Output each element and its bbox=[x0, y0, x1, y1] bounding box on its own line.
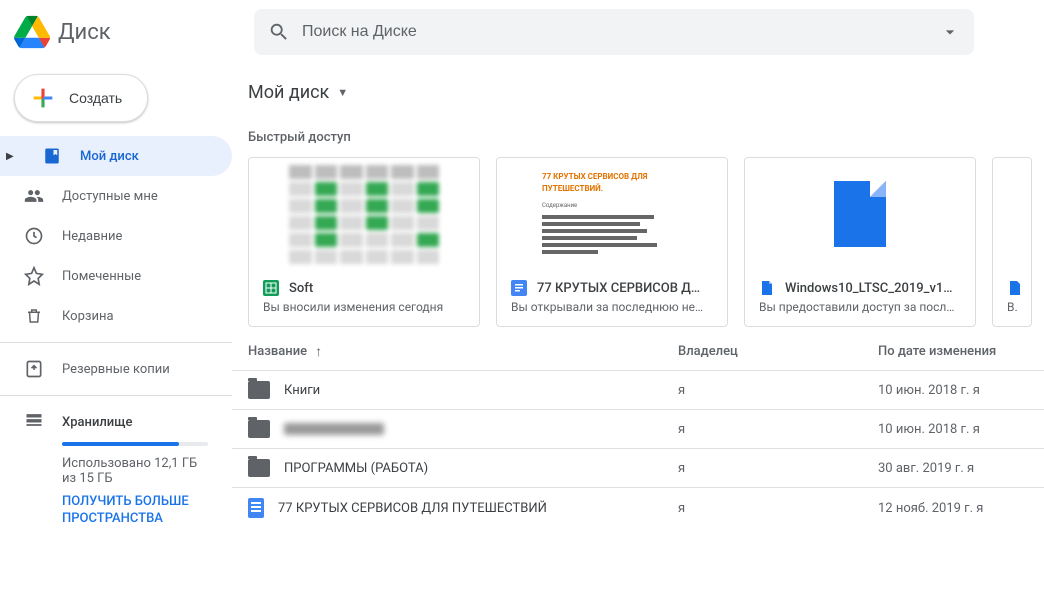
divider bbox=[0, 342, 232, 343]
quick-card-windows10[interactable]: Windows10_LTSC_2019_v1… Вы предоставили … bbox=[744, 157, 976, 327]
sidebar-item-label: Мой диск bbox=[80, 149, 139, 164]
storage-progress bbox=[62, 442, 208, 446]
card-title: 77 КРУТЫХ СЕРВИСОВ Д… bbox=[537, 281, 700, 296]
card-preview bbox=[249, 158, 479, 270]
drive-logo-icon bbox=[14, 14, 50, 50]
storage-upgrade-link[interactable]: ПОЛУЧИТЬ БОЛЬШЕ ПРОСТРАНСТВА bbox=[62, 494, 208, 528]
card-title: Soft bbox=[289, 281, 313, 296]
clock-icon bbox=[24, 226, 44, 246]
sidebar-item-label: Недавние bbox=[62, 229, 122, 244]
folder-icon bbox=[248, 381, 270, 399]
logo-area[interactable]: Диск bbox=[14, 14, 254, 50]
sidebar-item-shared[interactable]: Доступные мне bbox=[0, 176, 232, 216]
docs-icon bbox=[248, 498, 264, 518]
table-row[interactable]: Книги я 10 июн. 2018 г. я bbox=[232, 370, 1044, 409]
folder-icon bbox=[248, 420, 270, 438]
quick-card-services[interactable]: 77 КРУТЫХ СЕРВИСОВ ДЛЯ ПУТЕШЕСТВИЙ. Соде… bbox=[496, 157, 728, 327]
search-options-icon[interactable] bbox=[940, 22, 960, 42]
storage-block: Использовано 12,1 ГБ из 15 ГБ ПОЛУЧИТЬ Б… bbox=[0, 442, 232, 528]
create-button[interactable]: Создать bbox=[14, 74, 148, 122]
sort-arrow-up-icon: ↑ bbox=[315, 343, 322, 360]
sidebar-item-recent[interactable]: Недавние bbox=[0, 216, 232, 256]
search-bar[interactable] bbox=[254, 9, 974, 55]
card-subtitle: Вы вносили изменения сегодня bbox=[263, 300, 465, 314]
file-page-icon bbox=[834, 181, 886, 247]
quick-access-cards: Soft Вы вносили изменения сегодня 77 КРУ… bbox=[232, 157, 1044, 327]
card-preview bbox=[993, 158, 1031, 270]
card-subtitle: Вы предоставили доступ за посл… bbox=[759, 300, 961, 314]
sidebar-item-backups[interactable]: Резервные копии bbox=[0, 349, 232, 389]
table-row[interactable]: ПРОГРАММЫ (РАБОТА) я 30 авг. 2019 г. я bbox=[232, 448, 1044, 487]
search-icon bbox=[268, 21, 290, 43]
location-bar: Мой диск ▼ bbox=[232, 70, 1044, 114]
table-row[interactable]: 77 КРУТЫХ СЕРВИСОВ ДЛЯ ПУТЕШЕСТВИЙ я 12 … bbox=[232, 487, 1044, 528]
divider bbox=[0, 395, 232, 396]
sidebar: Создать ▶ Мой диск Доступные мне Не bbox=[0, 64, 232, 589]
quick-card-soft[interactable]: Soft Вы вносили изменения сегодня bbox=[248, 157, 480, 327]
chevron-right-icon: ▶ bbox=[6, 151, 16, 162]
location-title[interactable]: Мой диск bbox=[248, 82, 329, 103]
sidebar-item-label: Корзина bbox=[62, 309, 114, 324]
storage-icon bbox=[24, 410, 44, 434]
card-subtitle: Вы открывали за последнюю не… bbox=[511, 300, 713, 314]
quick-access-label: Быстрый доступ bbox=[232, 114, 1044, 157]
storage-usage-text: Использовано 12,1 ГБ из 15 ГБ bbox=[62, 456, 208, 486]
table-header: Название ↑ Владелец По дате изменения bbox=[232, 327, 1044, 370]
sheets-icon bbox=[263, 280, 279, 296]
card-title: Windows10_LTSC_2019_v1… bbox=[785, 281, 953, 296]
sidebar-item-label: Помеченные bbox=[62, 269, 141, 284]
sidebar-item-starred[interactable]: Помеченные bbox=[0, 256, 232, 296]
header: Диск bbox=[0, 0, 1044, 64]
search-input[interactable] bbox=[290, 23, 940, 41]
column-modified[interactable]: По дате изменения bbox=[878, 344, 1028, 359]
file-icon bbox=[759, 280, 775, 296]
trash-icon bbox=[24, 307, 44, 325]
plus-icon bbox=[29, 84, 57, 112]
column-owner[interactable]: Владелец bbox=[678, 344, 878, 359]
nav-list: ▶ Мой диск Доступные мне Недавние bbox=[0, 136, 232, 336]
file-icon bbox=[1007, 280, 1023, 296]
app-name: Диск bbox=[58, 20, 111, 45]
star-icon bbox=[24, 266, 44, 286]
sidebar-item-trash[interactable]: Корзина bbox=[0, 296, 232, 336]
column-name[interactable]: Название ↑ bbox=[248, 343, 678, 360]
main-content: Мой диск ▼ Быстрый доступ bbox=[232, 64, 1044, 589]
blurred-name bbox=[284, 423, 384, 435]
location-dropdown-icon[interactable]: ▼ bbox=[337, 86, 348, 99]
nav-list-2: Резервные копии bbox=[0, 349, 232, 389]
create-button-label: Создать bbox=[69, 90, 122, 106]
sidebar-item-label: Доступные мне bbox=[62, 189, 158, 204]
docs-icon bbox=[511, 280, 527, 296]
card-preview: 77 КРУТЫХ СЕРВИСОВ ДЛЯ ПУТЕШЕСТВИЙ. Соде… bbox=[497, 158, 727, 270]
drive-icon bbox=[42, 147, 62, 165]
file-list: Книги я 10 июн. 2018 г. я я 10 июн. 2018… bbox=[232, 370, 1044, 528]
backup-icon bbox=[24, 359, 44, 379]
folder-icon bbox=[248, 459, 270, 477]
people-icon bbox=[24, 186, 44, 206]
sidebar-item-storage[interactable]: Хранилище bbox=[0, 402, 232, 442]
card-preview bbox=[745, 158, 975, 270]
sidebar-item-label: Резервные копии bbox=[62, 362, 170, 377]
quick-card-partial[interactable]: W Вы ре bbox=[992, 157, 1032, 327]
card-subtitle: Вы ре bbox=[1007, 300, 1017, 314]
storage-title-label: Хранилище bbox=[62, 415, 132, 430]
table-row[interactable]: я 10 июн. 2018 г. я bbox=[232, 409, 1044, 448]
sidebar-item-my-drive[interactable]: ▶ Мой диск bbox=[0, 136, 232, 176]
